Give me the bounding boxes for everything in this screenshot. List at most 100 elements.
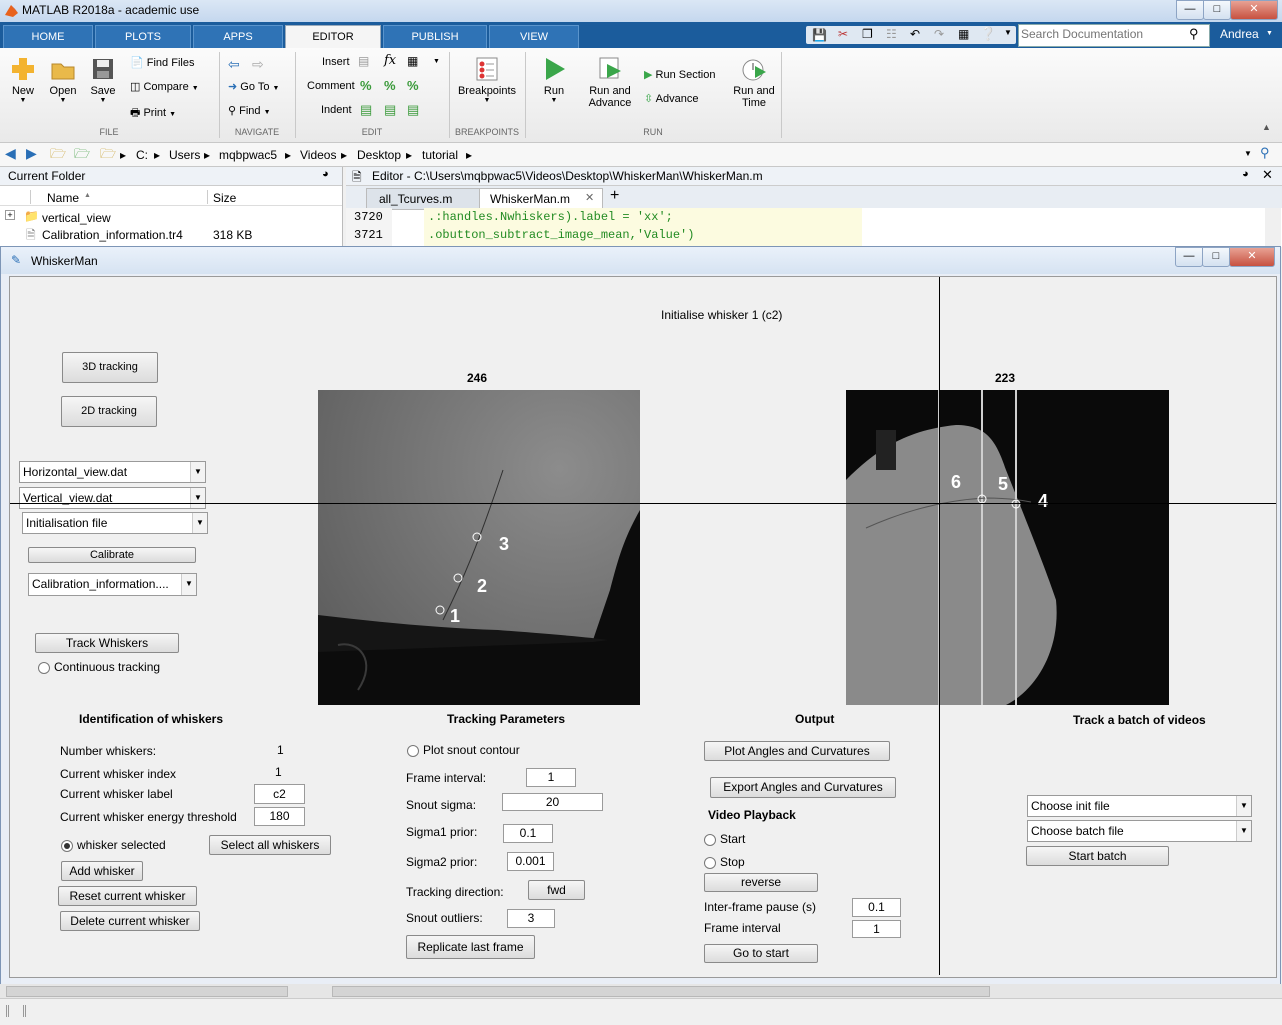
sigma2-input[interactable]: 0.001 — [507, 852, 554, 871]
function-fx-icon[interactable]: fx — [384, 53, 396, 68]
insert-section-icon[interactable]: ▤ — [358, 54, 369, 68]
snout-outliers-input[interactable]: 3 — [507, 909, 555, 928]
3d-tracking-button[interactable]: 3D tracking — [62, 352, 158, 383]
editor-scrollbar[interactable] — [1265, 208, 1281, 247]
switch-windows-icon[interactable]: ▦ — [958, 27, 969, 41]
insert-chevron-icon[interactable]: ▼ — [433, 58, 440, 65]
run-and-time-button[interactable]: Run and Time — [730, 56, 778, 109]
calibrate-button[interactable]: Calibrate — [28, 547, 196, 563]
figure-maximize-button[interactable]: □ — [1202, 247, 1230, 267]
crumb-user[interactable]: mqbpwac5 — [219, 148, 277, 162]
track-whiskers-button[interactable]: Track Whiskers — [35, 633, 179, 653]
snout-sigma-input[interactable]: 20 — [502, 793, 603, 811]
minimize-button[interactable]: — — [1176, 0, 1204, 20]
search-box[interactable]: ⚲ — [1018, 24, 1210, 47]
collapse-ribbon-icon[interactable]: ▲ — [1262, 122, 1271, 132]
horizontal-scrollbars[interactable] — [0, 984, 1282, 998]
user-name[interactable]: Andrea — [1220, 27, 1259, 41]
continuous-tracking-radio[interactable] — [38, 662, 50, 674]
run-section-button[interactable]: ▶ Run Section — [644, 68, 715, 81]
back-arrow-icon[interactable]: ⇦ — [228, 56, 240, 73]
horizontal-view-select[interactable]: Horizontal_view.dat ▼ — [19, 461, 206, 483]
tab-whiskerman[interactable]: WhiskerMan.m ✕ — [479, 188, 603, 209]
reset-whisker-button[interactable]: Reset current whisker — [58, 886, 197, 906]
start-batch-button[interactable]: Start batch — [1026, 846, 1169, 866]
expand-icon[interactable]: + — [5, 210, 15, 220]
wrap-comment-icon[interactable]: % — [407, 78, 419, 93]
column-name-header[interactable]: Name — [47, 191, 79, 205]
save-button[interactable]: Save ▼ — [86, 56, 120, 104]
direction-fwd-button[interactable]: fwd — [528, 880, 585, 900]
help-icon[interactable]: ❔ — [980, 26, 996, 42]
new-tab-icon[interactable]: + — [610, 187, 619, 205]
tab-home[interactable]: HOME — [3, 25, 93, 49]
vertical-view-select[interactable]: Vertical_view.dat ▼ — [19, 487, 206, 509]
uncomment-icon[interactable]: % — [384, 78, 396, 93]
paste-icon[interactable]: ☷ — [886, 27, 897, 41]
whisker-selected-radio[interactable] — [61, 840, 73, 852]
inter-frame-pause-input[interactable]: 0.1 — [852, 898, 901, 917]
calibration-select[interactable]: Calibration_information.... ▼ — [28, 573, 197, 596]
export-angles-button[interactable]: Export Angles and Curvatures — [710, 777, 896, 798]
copy-icon[interactable]: ❐ — [862, 27, 873, 41]
maximize-button[interactable]: □ — [1203, 0, 1231, 20]
search-input[interactable] — [1021, 26, 1181, 42]
chevron-down-icon[interactable]: ▼ — [1004, 28, 1012, 37]
panel-menu-icon[interactable]: ◕ — [322, 168, 329, 180]
crumb-users[interactable]: Users — [169, 148, 200, 162]
tab-plots[interactable]: PLOTS — [95, 25, 191, 49]
address-dropdown-icon[interactable]: ▼ — [1244, 149, 1252, 158]
back-icon[interactable]: ◀ — [5, 145, 16, 162]
forward-arrow-icon[interactable]: ⇨ — [252, 56, 264, 73]
tab-editor[interactable]: EDITOR — [285, 25, 381, 49]
undo-icon[interactable]: ↶ — [910, 27, 920, 41]
code-area[interactable]: .:handles.Nwhiskers).label = 'xx'; .obut… — [424, 208, 862, 247]
guide-line[interactable] — [1015, 390, 1017, 705]
playback-frame-interval-input[interactable]: 1 — [852, 920, 901, 938]
resize-grip-icon[interactable] — [6, 1005, 26, 1017]
breakpoints-button[interactable]: Breakpoints ▼ — [456, 56, 518, 104]
insert-label[interactable]: Insert — [322, 56, 350, 68]
close-tab-icon[interactable]: ✕ — [585, 191, 594, 204]
run-and-advance-button[interactable]: Run and Advance — [582, 56, 638, 109]
list-item[interactable]: + 📁 vertical_view — [0, 209, 342, 226]
2d-tracking-button[interactable]: 2D tracking — [61, 396, 157, 427]
compare-button[interactable]: ◫ Compare ▼ — [130, 80, 199, 93]
run-button[interactable]: Run ▼ — [534, 56, 574, 104]
playback-start-radio[interactable] — [704, 834, 716, 846]
close-button[interactable]: ✕ — [1230, 0, 1278, 20]
browse-folder-icon[interactable]: 🗁 — [74, 145, 90, 167]
energy-threshold-input[interactable]: 180 — [254, 807, 305, 826]
crumb-tutorial[interactable]: tutorial — [422, 148, 458, 162]
figure-minimize-button[interactable]: — — [1175, 247, 1203, 267]
increase-indent-icon[interactable]: ▤ — [384, 102, 396, 118]
add-whisker-button[interactable]: Add whisker — [61, 861, 143, 881]
tab-all-tcurves[interactable]: all_Tcurves.m — [366, 188, 480, 210]
whisker-label-input[interactable]: c2 — [254, 784, 305, 804]
user-chevron-icon[interactable]: ▼ — [1266, 30, 1273, 37]
plot-snout-radio[interactable] — [407, 745, 419, 757]
frame-interval-input[interactable]: 1 — [526, 768, 576, 787]
comment-percent-icon[interactable]: % — [360, 78, 372, 93]
save-icon[interactable]: 💾 — [812, 28, 827, 42]
scroll-thumb-left[interactable] — [6, 986, 288, 997]
smart-indent-icon[interactable]: ▤ — [360, 102, 372, 118]
choose-init-file-select[interactable]: Choose init file ▼ — [1027, 795, 1252, 817]
tab-apps[interactable]: APPS — [193, 25, 283, 49]
crumb-desktop[interactable]: Desktop — [357, 148, 401, 162]
sigma1-input[interactable]: 0.1 — [503, 824, 553, 843]
guide-line[interactable] — [981, 390, 983, 705]
open-button[interactable]: Open ▼ — [46, 56, 80, 104]
new-button[interactable]: New ▼ — [6, 56, 40, 104]
whisker-point-marker[interactable] — [472, 532, 482, 542]
playback-stop-radio[interactable] — [704, 857, 716, 869]
find-button[interactable]: ⚲ Find ▼ — [228, 104, 271, 117]
column-size-header[interactable]: Size — [213, 191, 236, 205]
list-item[interactable]: 🗎 Calibration_information.tr4 318 KB — [0, 226, 342, 243]
up-folder-icon[interactable]: 🗁 — [50, 145, 66, 167]
figure-close-button[interactable]: ✕ — [1229, 247, 1275, 267]
forward-icon[interactable]: ▶ — [26, 145, 37, 162]
delete-whisker-button[interactable]: Delete current whisker — [60, 911, 200, 931]
crumb-videos[interactable]: Videos — [300, 148, 336, 162]
panel-menu-icon[interactable]: ◕ — [1242, 168, 1249, 180]
